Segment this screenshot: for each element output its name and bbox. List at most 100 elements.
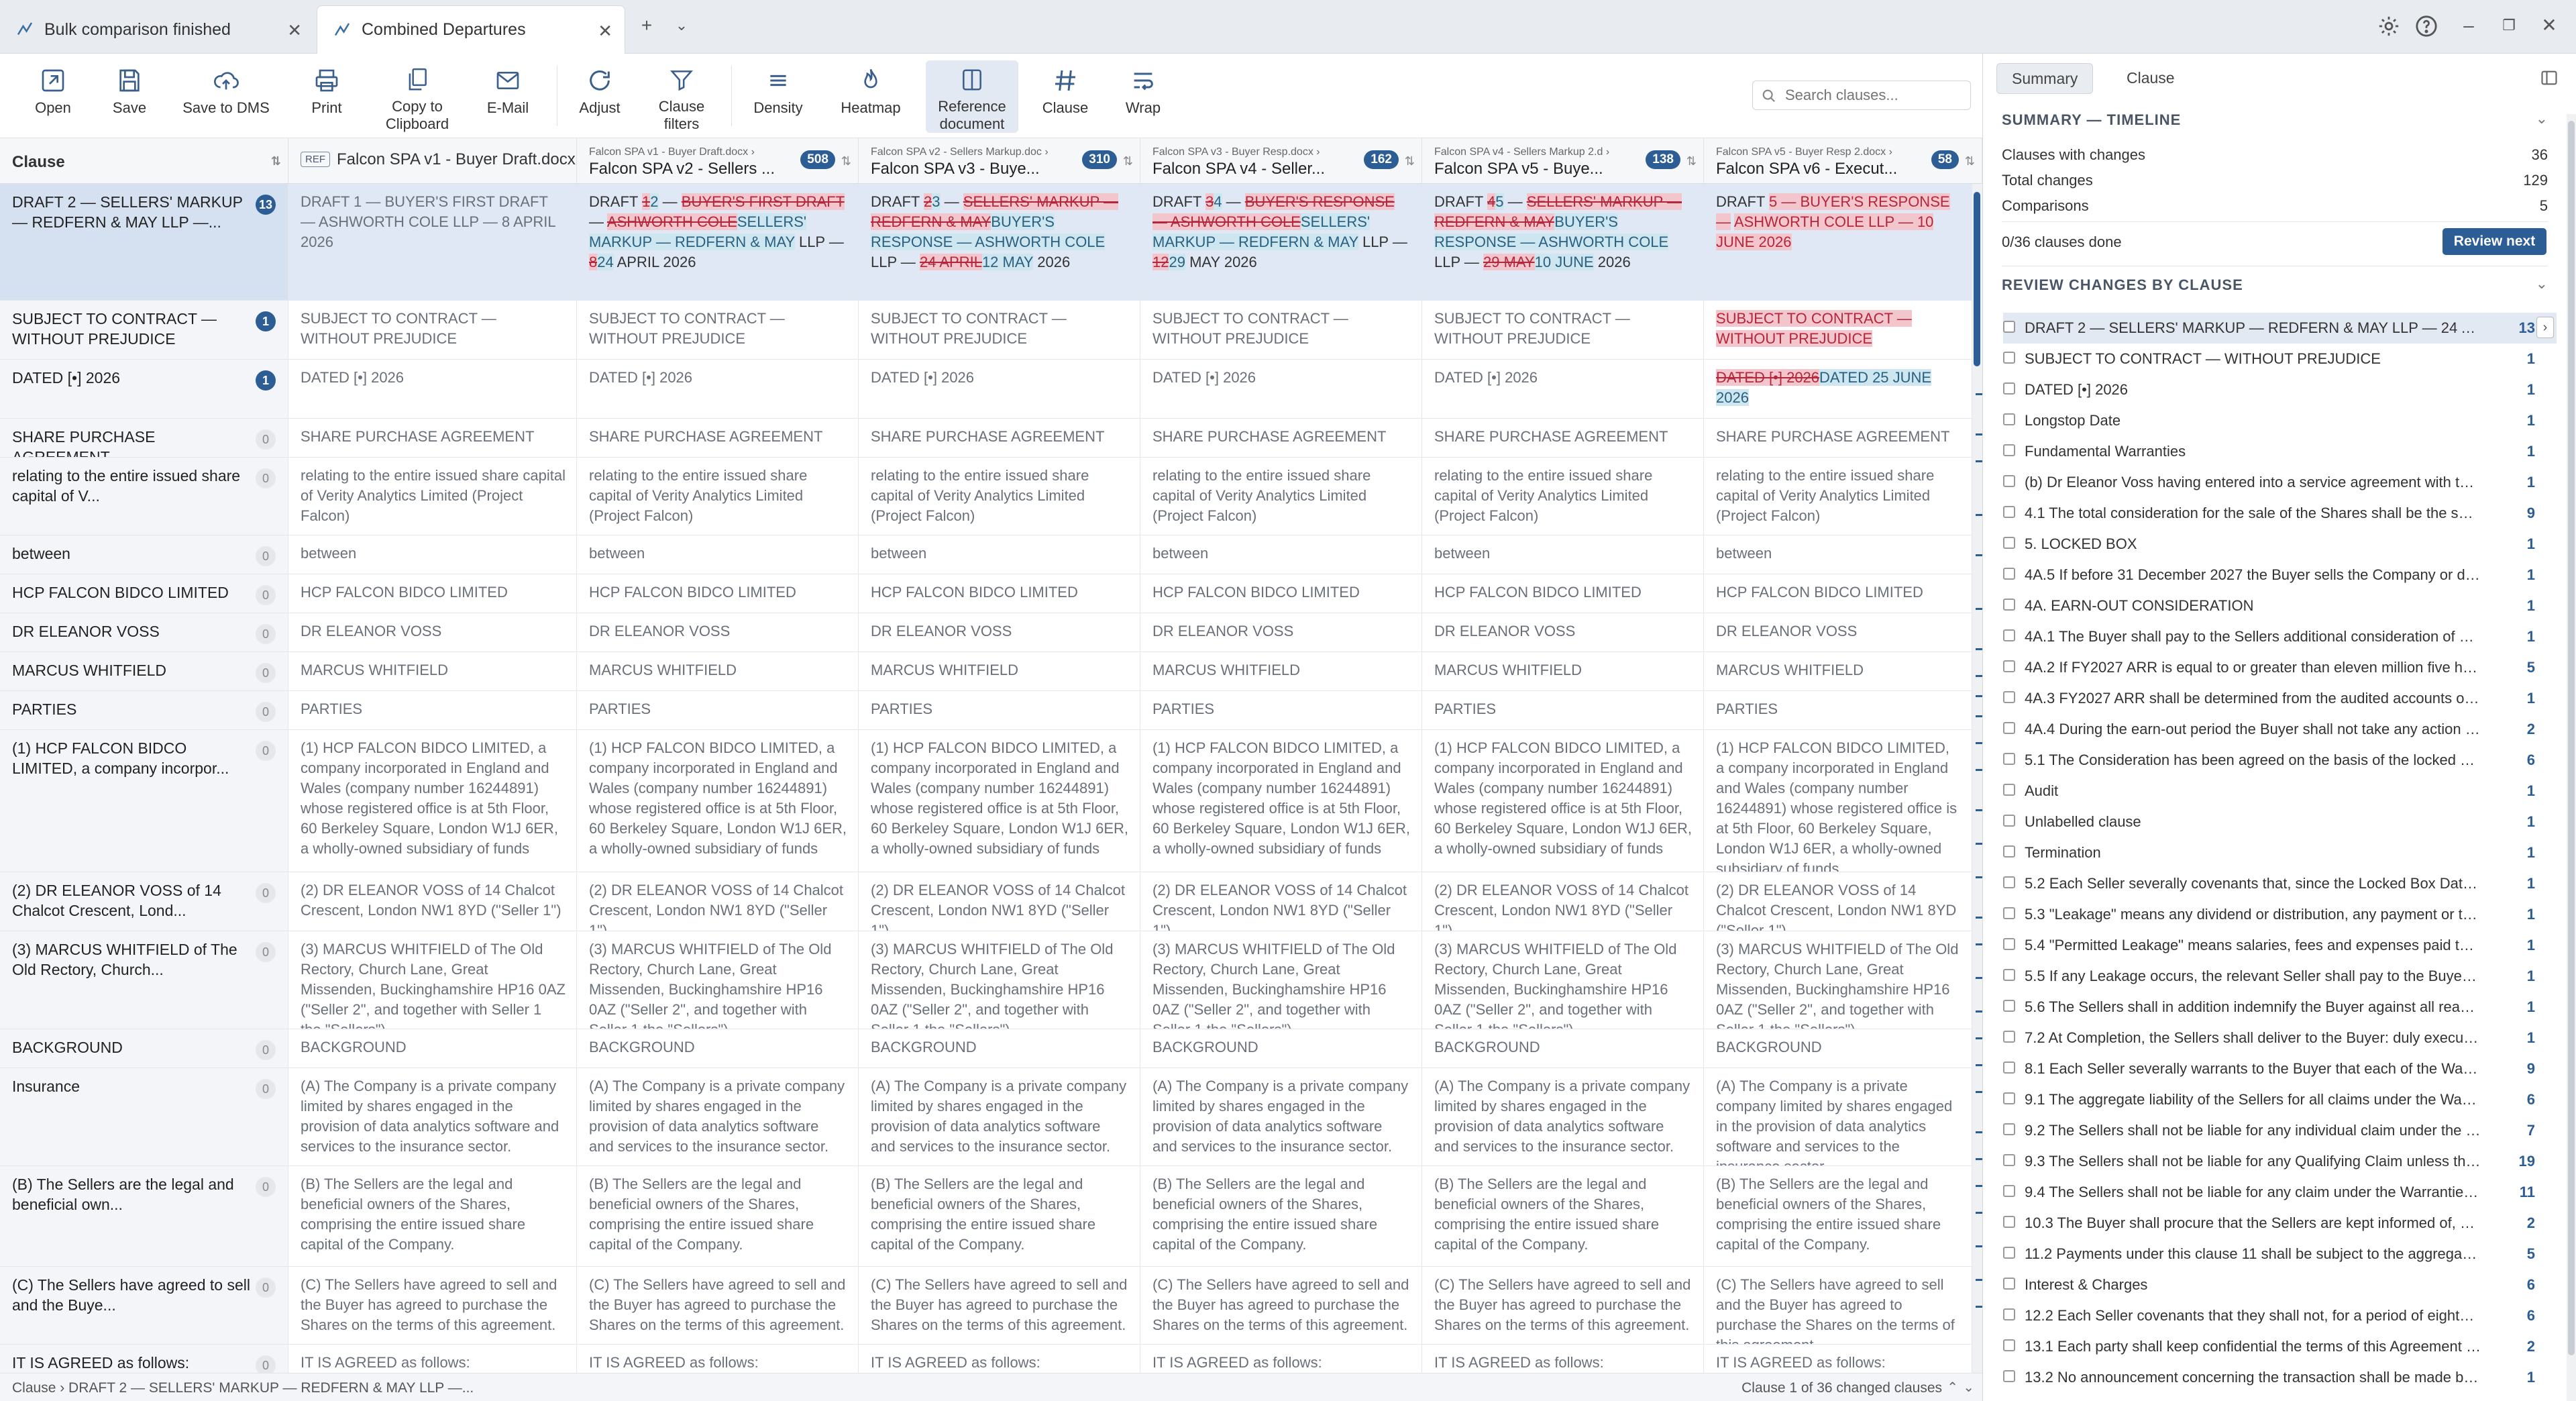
change-marker[interactable] [1976,1185,1982,1187]
version-cell[interactable]: between [1140,535,1422,574]
version-cell[interactable]: (A) The Company is a private company lim… [288,1068,577,1165]
version-cell[interactable]: BACKGROUND [1140,1029,1422,1068]
version-cell[interactable]: DATED [•] 2026DATED 25 JUNE 2026 [1704,360,1972,418]
version-cell[interactable]: SUBJECT TO CONTRACT — WITHOUT PREJUDICE [288,301,577,359]
version-cell[interactable]: (A) The Company is a private company lim… [1140,1068,1422,1165]
column-header-v5[interactable]: Falcon SPA v4 - Sellers Markup 2.d › Fal… [1422,138,1704,184]
clause-label-cell[interactable]: Insurance 0 [0,1068,288,1165]
version-cell[interactable]: (C) The Sellers have agreed to sell and … [859,1267,1140,1344]
version-cell[interactable]: (B) The Sellers are the legal and benefi… [288,1166,577,1266]
email-button[interactable]: E-Mail [479,60,537,133]
help-icon[interactable] [2415,15,2438,38]
next-clause-button[interactable]: ⌄ [1963,1379,1974,1396]
version-cell[interactable]: PARTIES [1422,691,1704,729]
clause-label-cell[interactable]: BACKGROUND 0 [0,1029,288,1068]
table-row[interactable]: HCP FALCON BIDCO LIMITED 0 HCP FALCON BIDC… [0,574,1972,613]
version-cell[interactable]: relating to the entire issued share capi… [288,458,577,535]
version-cell[interactable]: relating to the entire issued share capi… [1704,458,1972,535]
change-marker[interactable] [1976,809,1982,811]
clause-review-item[interactable]: 9.4 The Sellers shall not be liable for … [2003,1177,2557,1208]
version-cell[interactable]: (1) HCP FALCON BIDCO LIMITED, a company … [1704,730,1972,872]
review-checkbox[interactable] [2003,475,2015,487]
change-marker[interactable] [1976,514,1982,516]
version-cell[interactable]: MARCUS WHITFIELD [288,652,577,690]
change-marker[interactable] [1976,554,1982,556]
close-icon[interactable]: ✕ [287,20,302,41]
clause-review-item[interactable]: 7.2 At Completion, the Sellers shall del… [2003,1023,2557,1053]
version-cell[interactable]: DRAFT 45 — SELLERS' MARKUP — REDFERN & M… [1422,184,1704,300]
review-checkbox[interactable] [2003,1216,2015,1228]
clause-review-item[interactable]: (b) Dr Eleanor Voss having entered into … [2003,467,2557,498]
clause-filters-button[interactable]: Clause filters [649,60,714,133]
version-cell[interactable]: (B) The Sellers are the legal and benefi… [1704,1166,1972,1266]
version-cell[interactable]: (2) DR ELEANOR VOSS of 14 Chalcot Cresce… [859,872,1140,931]
review-checkbox[interactable] [2003,352,2015,364]
review-checkbox[interactable] [2003,1339,2015,1351]
version-cell[interactable]: PARTIES [1704,691,1972,729]
clause-label-cell[interactable]: SHARE PURCHASE AGREEMENT 0 [0,419,288,457]
review-checkbox[interactable] [2003,1247,2015,1259]
version-cell[interactable]: SUBJECT TO CONTRACT — WITHOUT PREJUDICE [859,301,1140,359]
clause-review-item[interactable]: 5.6 The Sellers shall in addition indemn… [2003,992,2557,1023]
clause-review-item[interactable]: 4.1 The total consideration for the sale… [2003,498,2557,529]
version-cell[interactable]: HCP FALCON BIDCO LIMITED [1422,574,1704,613]
table-row[interactable]: DATED [•] 2026 1 DATED [•] 2026 DATED [•] 2… [0,360,1972,419]
change-marker[interactable] [1976,843,1982,845]
clause-review-item[interactable]: SUBJECT TO CONTRACT — WITHOUT PREJUDICE 1 [2003,344,2557,374]
change-marker[interactable] [1976,675,1982,677]
review-checkbox[interactable] [2003,1092,2015,1104]
column-header-v2[interactable]: Falcon SPA v1 - Buyer Draft.docx › Falco… [577,138,859,184]
clause-review-item[interactable]: 9.1 The aggregate liability of the Selle… [2003,1084,2557,1115]
review-checkbox[interactable] [2003,537,2015,549]
clause-label-cell[interactable]: PARTIES 0 [0,691,288,729]
clause-label-cell[interactable]: between 0 [0,535,288,574]
version-cell[interactable]: (1) HCP FALCON BIDCO LIMITED, a company … [1422,730,1704,872]
clause-review-item[interactable]: Unlabelled clause 1 [2003,807,2557,837]
version-cell[interactable]: IT IS AGREED as follows: [288,1345,577,1373]
table-row[interactable]: SUBJECT TO CONTRACT — WITHOUT PREJUDICE 1… [0,301,1972,360]
clause-review-item[interactable]: Audit 1 [2003,776,2557,807]
clause-label-cell[interactable]: DR ELEANOR VOSS 0 [0,613,288,652]
version-cell[interactable]: SHARE PURCHASE AGREEMENT [577,419,859,457]
sort-icon[interactable]: ⇅ [841,154,851,168]
grid-scrollbar-thumb[interactable] [1974,192,1980,366]
search-input[interactable] [1752,81,1971,110]
column-header-clause[interactable]: Clause ⇅ [0,138,288,184]
version-cell[interactable]: SHARE PURCHASE AGREEMENT [288,419,577,457]
clause-review-item[interactable]: 4A.3 FY2027 ARR shall be determined from… [2003,683,2557,714]
prev-clause-button[interactable]: ⌃ [1947,1379,1958,1396]
review-checkbox[interactable] [2003,1061,2015,1074]
version-cell[interactable]: (C) The Sellers have agreed to sell and … [1704,1267,1972,1344]
clause-review-item[interactable]: 5.4 "Permitted Leakage" means salaries, … [2003,930,2557,961]
review-checkbox[interactable] [2003,845,2015,858]
print-button[interactable]: Print [298,60,356,133]
change-marker[interactable] [1976,695,1982,697]
clause-label-cell[interactable]: relating to the entire issued share capi… [0,458,288,535]
version-cell[interactable]: MARCUS WHITFIELD [1140,652,1422,690]
version-cell[interactable]: DR ELEANOR VOSS [859,613,1140,652]
heatmap-button[interactable]: Heatmap [837,60,904,133]
change-marker[interactable] [1976,917,1982,919]
version-cell[interactable]: relating to the entire issued share capi… [577,458,859,535]
save-button[interactable]: Save [101,60,158,133]
clause-label-cell[interactable]: (C) The Sellers have agreed to sell and … [0,1267,288,1344]
tab-bulk-comparison[interactable]: Bulk comparison finished ✕ [0,5,314,54]
review-checkbox[interactable] [2003,321,2015,333]
clause-review-item[interactable]: 9.3 The Sellers shall not be liable for … [2003,1146,2557,1177]
chevron-down-icon[interactable]: ⌄ [668,12,695,39]
version-cell[interactable]: PARTIES [859,691,1140,729]
sort-icon[interactable]: ⇅ [1123,154,1133,168]
version-cell[interactable]: PARTIES [577,691,859,729]
tab-summary[interactable]: Summary [1996,63,2094,94]
version-cell[interactable]: between [288,535,577,574]
version-cell[interactable]: HCP FALCON BIDCO LIMITED [577,574,859,613]
table-row[interactable]: IT IS AGREED as follows: 0 IT IS AGREED as… [0,1345,1972,1373]
clause-label-cell[interactable]: (B) The Sellers are the legal and benefi… [0,1166,288,1266]
change-marker[interactable] [1976,1212,1982,1214]
version-cell[interactable]: (A) The Company is a private company lim… [1704,1068,1972,1165]
version-cell[interactable]: between [577,535,859,574]
change-marker[interactable] [1976,715,1982,717]
version-cell[interactable]: (1) HCP FALCON BIDCO LIMITED, a company … [1140,730,1422,872]
change-marker[interactable] [1976,1131,1982,1133]
change-marker[interactable] [1976,1010,1982,1013]
